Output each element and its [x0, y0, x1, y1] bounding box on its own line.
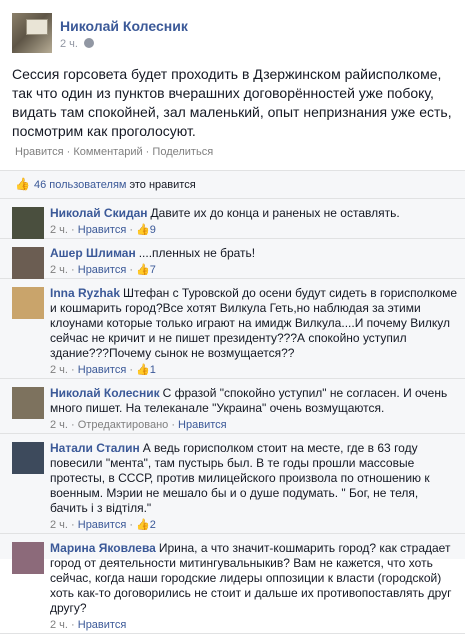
likes-summary: 👍 46 пользователям это нравится: [0, 171, 465, 199]
edited-label[interactable]: Отредактировано: [78, 419, 169, 431]
comment-meta: 2 ч. · Нравится · 👍7: [50, 264, 156, 276]
post-text: Сессия горсовета будет проходить в Дзерж…: [12, 66, 452, 139]
globe-icon: [83, 38, 94, 48]
commenter-avatar[interactable]: [12, 207, 44, 239]
likes-count-link[interactable]: 46 пользователям: [34, 179, 127, 191]
comment-content: Марина Яковлева Ирина, а что значит-кошма…: [50, 541, 457, 616]
comment-link[interactable]: Комментарий: [73, 146, 142, 158]
commenter-name[interactable]: Натали Сталин: [50, 441, 140, 455]
comment-content: Ашер Шлиман ....пленных не брать!: [50, 246, 457, 261]
comment-meta: 2 ч. · Нравится · 👍1: [50, 364, 156, 376]
comment-content: Натали Сталин А ведь горисполком стоит на…: [50, 441, 457, 516]
comment-text: Давите их до конца и раненых не оставлят…: [150, 206, 400, 220]
commenter-avatar[interactable]: [12, 387, 44, 419]
commenter-avatar[interactable]: [12, 287, 44, 319]
commenter-name[interactable]: Ашер Шлиман: [50, 246, 136, 260]
comment-like-count[interactable]: 1: [150, 364, 156, 376]
comment-timestamp[interactable]: 2 ч.: [50, 224, 68, 236]
comment-like-count[interactable]: 2: [150, 519, 156, 531]
comments-section: 👍 46 пользователям это нравится Николай С…: [0, 170, 465, 634]
comment-like-link[interactable]: Нравится: [78, 224, 127, 236]
comment-item: Николай Скидан Давите их до конца и ранен…: [0, 199, 465, 239]
commenter-avatar[interactable]: [12, 542, 44, 574]
comment-meta: 2 ч. · Нравится · 👍2: [50, 519, 156, 531]
comment-timestamp[interactable]: 2 ч.: [50, 519, 68, 531]
commenter-avatar[interactable]: [12, 247, 44, 279]
comment-content: Inna Ryzhak Штефан с Туровской до осени б…: [50, 286, 457, 361]
comment-like-link[interactable]: Нравится: [78, 364, 127, 376]
comment-content: Николай Скидан Давите их до конца и ранен…: [50, 206, 457, 221]
commenter-name[interactable]: Николай Скидан: [50, 206, 148, 220]
post-timestamp[interactable]: 2 ч.: [60, 38, 78, 50]
thumbs-up-icon: 👍: [136, 519, 150, 531]
commenter-avatar[interactable]: [12, 442, 44, 474]
thumbs-up-icon: 👍: [136, 264, 150, 276]
comment-item: Натали Сталин А ведь горисполком стоит на…: [0, 434, 465, 534]
commenter-name[interactable]: Николай Колесник: [50, 386, 160, 400]
comment-like-count[interactable]: 9: [150, 224, 156, 236]
comment-meta: 2 ч. · Отредактировано · Нравится: [50, 419, 227, 431]
comment-item: Марина Яковлева Ирина, а что значит-кошма…: [0, 534, 465, 634]
comment-meta: 2 ч. · Нравится · 👍9: [50, 224, 156, 236]
comment-like-count[interactable]: 7: [150, 264, 156, 276]
comment-timestamp[interactable]: 2 ч.: [50, 264, 68, 276]
thumbs-up-icon: 👍: [15, 177, 30, 191]
thumbs-up-icon: 👍: [136, 224, 150, 236]
comment-content: Николай Колесник С фразой "спокойно уступ…: [50, 386, 457, 416]
comment-timestamp[interactable]: 2 ч.: [50, 419, 68, 431]
comment-like-link[interactable]: Нравится: [78, 619, 127, 631]
author-avatar[interactable]: [12, 13, 52, 53]
post-author-name[interactable]: Николай Колесник: [60, 18, 188, 34]
post-actions: Нравится · Комментарий · Поделиться: [15, 146, 214, 158]
comment-like-link[interactable]: Нравится: [78, 519, 127, 531]
comment-timestamp[interactable]: 2 ч.: [50, 364, 68, 376]
share-link[interactable]: Поделиться: [152, 146, 213, 158]
comment-like-link[interactable]: Нравится: [178, 419, 227, 431]
comment-item: Ашер Шлиман ....пленных не брать! 2 ч. · Н…: [0, 239, 465, 279]
comment-meta: 2 ч. · Нравится: [50, 619, 127, 631]
comment-like-link[interactable]: Нравится: [78, 264, 127, 276]
commenter-name[interactable]: Inna Ryzhak: [50, 286, 120, 300]
thumbs-up-icon: 👍: [136, 364, 150, 376]
commenter-name[interactable]: Марина Яковлева: [50, 541, 156, 555]
comment-item: Николай Колесник С фразой "спокойно уступ…: [0, 379, 465, 434]
comment-timestamp[interactable]: 2 ч.: [50, 619, 68, 631]
post-meta: 2 ч.: [60, 38, 94, 50]
comment-item: Inna Ryzhak Штефан с Туровской до осени б…: [0, 279, 465, 379]
like-link[interactable]: Нравится: [15, 146, 64, 158]
comment-text: ....пленных не брать!: [138, 246, 256, 260]
